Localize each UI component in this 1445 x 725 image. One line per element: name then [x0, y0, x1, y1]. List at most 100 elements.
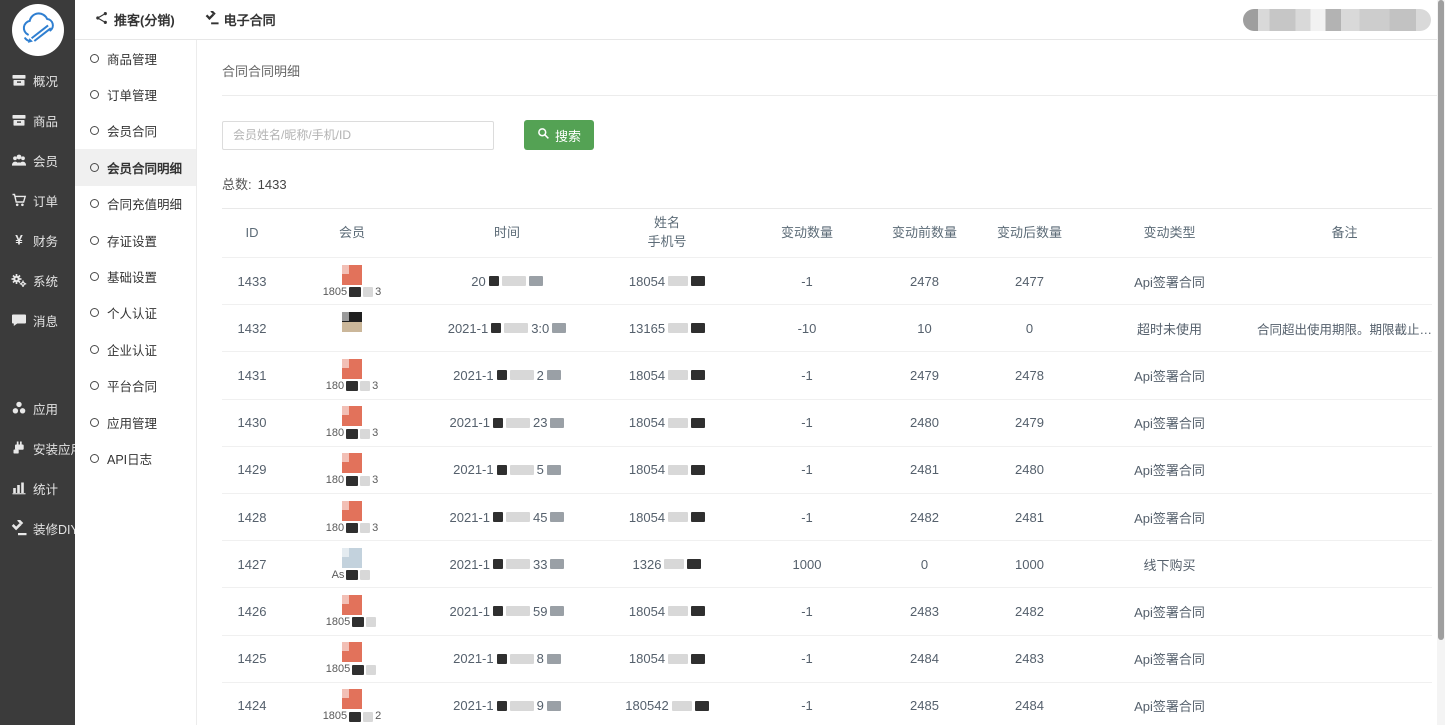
- cell-change-type: 超时未使用: [1082, 319, 1257, 338]
- logo-area[interactable]: [0, 0, 75, 60]
- table-row: 143118032021-1218054-124792478Api签署合同: [222, 352, 1432, 399]
- submenu-item-11[interactable]: API日志: [75, 440, 196, 476]
- submenu-item-label: 商品管理: [107, 49, 157, 68]
- rail-item-system[interactable]: 系统: [0, 260, 75, 300]
- circle-icon: [90, 126, 99, 135]
- redaction-block: [346, 429, 358, 439]
- rail-item-stats[interactable]: 统计: [0, 468, 75, 508]
- circle-icon: [90, 345, 99, 354]
- redaction-block: [497, 370, 507, 380]
- redaction-block: [360, 523, 370, 533]
- submenu-item-7[interactable]: 个人认证: [75, 295, 196, 331]
- cell-member: 1803: [282, 359, 422, 392]
- tab-promoter-distribution[interactable]: 推客(分销): [95, 10, 175, 29]
- cell-id: 1426: [222, 604, 282, 619]
- table-row: 142918032021-1518054-124812480Api签署合同: [222, 447, 1432, 494]
- redaction-block: [672, 701, 692, 711]
- cell-amount-before: 2482: [872, 510, 977, 525]
- tab-label: 电子合同: [224, 10, 276, 29]
- redaction-block: [547, 370, 561, 380]
- submenu-item-label: 存证设置: [107, 231, 157, 250]
- table-row: 1433180532018054-124782477Api签署合同: [222, 258, 1432, 305]
- rail-item-finance[interactable]: ¥财务: [0, 220, 75, 260]
- cell-remark: 合同超出使用期限。期限截止…: [1257, 319, 1432, 338]
- rail-item-members[interactable]: 会员: [0, 140, 75, 180]
- redaction-block: [506, 512, 530, 522]
- cell-change-type: Api签署合同: [1082, 272, 1257, 291]
- search-input[interactable]: [222, 121, 494, 150]
- table-row: 143018032021-12318054-124802479Api签署合同: [222, 400, 1432, 447]
- cell-phone: 180542: [592, 698, 742, 713]
- submenu-item-label: API日志: [107, 449, 152, 468]
- cell-id: 1424: [222, 698, 282, 713]
- cell-time: 2021-18: [422, 651, 592, 666]
- submenu-item-label: 会员合同明细: [107, 158, 182, 177]
- tab-label: 推客(分销): [114, 10, 175, 29]
- cell-id: 1425: [222, 651, 282, 666]
- cell-amount-before: 2479: [872, 368, 977, 383]
- submenu-item-2[interactable]: 会员合同: [75, 113, 196, 149]
- cell-time: 2021-12: [422, 368, 592, 383]
- column-header: 备注: [1257, 224, 1432, 243]
- submenu-item-10[interactable]: 应用管理: [75, 404, 196, 440]
- vertical-scrollbar[interactable]: [1437, 0, 1445, 725]
- rail-item-goods[interactable]: 商品: [0, 100, 75, 140]
- rail-item-label: 统计: [33, 479, 58, 498]
- search-button[interactable]: 搜索: [524, 120, 594, 150]
- redaction-block: [510, 701, 534, 711]
- rail-item-install[interactable]: 安装应用: [0, 428, 75, 468]
- redaction-block: [363, 712, 373, 722]
- cell-time: 2021-145: [422, 510, 592, 525]
- cell-amount-after: 0: [977, 321, 1082, 336]
- column-header: ID: [222, 224, 282, 243]
- scrollbar-thumb[interactable]: [1438, 0, 1444, 640]
- redaction-block: [691, 276, 705, 286]
- cell-phone: 18054: [592, 604, 742, 619]
- cell-change-amount: -1: [742, 274, 872, 289]
- table-row: 1427As2021-1331326100001000线下购买: [222, 541, 1432, 588]
- redaction-block: [510, 370, 534, 380]
- redaction-block: [691, 512, 705, 522]
- submenu-item-8[interactable]: 企业认证: [75, 331, 196, 367]
- user-account-redacted[interactable]: [1243, 9, 1431, 31]
- cell-amount-after: 2479: [977, 415, 1082, 430]
- contract-detail-table: ID会员时间姓名 手机号变动数量变动前数量变动后数量变动类型备注 1433180…: [222, 208, 1432, 725]
- member-id-label: 1803: [326, 381, 378, 392]
- page-title: 合同合同明细: [222, 40, 1445, 96]
- tab-electronic-contract[interactable]: 电子合同: [205, 10, 276, 29]
- submenu-item-5[interactable]: 存证设置: [75, 222, 196, 258]
- cell-phone: 1326: [592, 557, 742, 572]
- cell-amount-before: 2478: [872, 274, 977, 289]
- rail-item-diy[interactable]: 装修DIY: [0, 508, 75, 548]
- submenu-item-9[interactable]: 平台合同: [75, 368, 196, 404]
- rail-item-apps[interactable]: 应用: [0, 388, 75, 428]
- redaction-block: [547, 465, 561, 475]
- cell-member: [282, 312, 422, 345]
- column-header: 变动后数量: [977, 224, 1082, 243]
- submenu-item-1[interactable]: 订单管理: [75, 76, 196, 112]
- table-row: 142818032021-14518054-124822481Api签署合同: [222, 494, 1432, 541]
- submenu-item-6[interactable]: 基础设置: [75, 258, 196, 294]
- cell-change-amount: -1: [742, 651, 872, 666]
- circle-icon: [90, 308, 99, 317]
- submenu-item-3[interactable]: 会员合同明细: [75, 149, 196, 185]
- cell-change-amount: -1: [742, 510, 872, 525]
- redaction-block: [691, 465, 705, 475]
- search-row: 搜索: [222, 120, 1445, 150]
- redaction-block: [346, 381, 358, 391]
- cell-amount-after: 2483: [977, 651, 1082, 666]
- rail-item-label: 系统: [33, 271, 58, 290]
- submenu-item-0[interactable]: 商品管理: [75, 40, 196, 76]
- member-avatar: [342, 548, 362, 568]
- submenu-item-4[interactable]: 合同充值明细: [75, 186, 196, 222]
- rail-item-overview[interactable]: 概况: [0, 60, 75, 100]
- rail-item-orders[interactable]: 订单: [0, 180, 75, 220]
- circle-icon: [90, 236, 99, 245]
- cell-amount-before: 2481: [872, 462, 977, 477]
- redaction-block: [502, 276, 526, 286]
- rail-item-message[interactable]: 消息: [0, 300, 75, 340]
- redaction-block: [668, 606, 688, 616]
- cell-time: 2021-15: [422, 462, 592, 477]
- redaction-block: [352, 617, 364, 627]
- circle-icon: [90, 454, 99, 463]
